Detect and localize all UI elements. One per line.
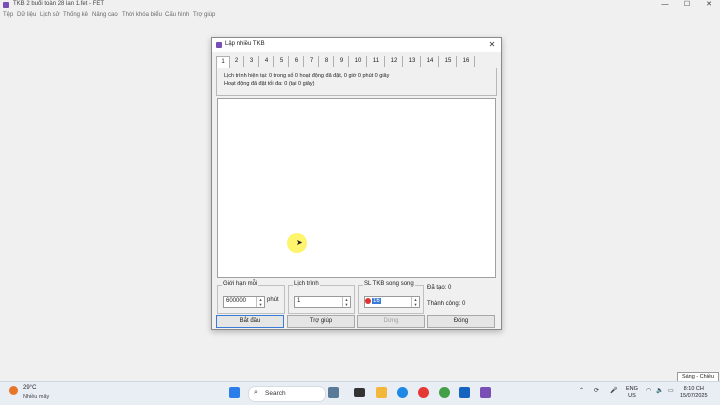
tab-2[interactable]: 2 [230,56,244,67]
tab-14[interactable]: 14 [422,56,439,67]
mouse-cursor-icon: ➤ [296,238,303,247]
file-explorer-icon[interactable] [376,387,387,398]
spin-down-icon[interactable]: ▼ [412,302,419,307]
tried-count: Đã tạo: 0 [427,285,452,291]
tray-chevron-icon[interactable]: ⌃ [579,387,584,394]
tab-6[interactable]: 6 [290,56,304,67]
time-limit-unit: phút [267,297,279,303]
tab-7[interactable]: 7 [305,56,319,67]
parallel-count-spin: ▲ ▼ [411,297,419,307]
spin-down-icon[interactable]: ▼ [257,302,264,307]
menu-settings[interactable]: Cấu hình [165,12,189,18]
parallel-count-value: 16 [372,298,381,304]
wifi-icon[interactable]: ◠ [646,387,651,394]
chrome-icon[interactable] [418,387,429,398]
menu-data[interactable]: Dữ liệu [17,12,36,18]
current-schedule-text: Lịch trình hiện tại: 0 trong số 0 hoạt đ… [224,73,390,79]
maximize-button[interactable]: ☐ [676,0,698,10]
tab-10[interactable]: 10 [350,56,367,67]
menu-file[interactable]: Tệp [3,12,13,18]
system-clock[interactable]: 8:10 CH 15/07/2025 [680,386,708,400]
schedule-count-group: Lịch trình 1 ▲ ▼ [288,281,355,314]
error-indicator-icon [365,298,371,304]
widgets-icon[interactable] [328,387,339,398]
max-placed-text: Hoạt động đã đặt tối đa: 0 (tại 0 giây) [224,81,315,87]
menu-bar: Tệp Dữ liệu Lịch sử Thống kê Nâng cao Th… [0,11,720,21]
time-limit-spin: ▲ ▼ [256,297,264,307]
time-limit-group: Giới hạn mỗi 600000 ▲ ▼ phút [217,281,285,314]
dialog-close-icon[interactable]: ✕ [486,39,498,51]
close-window-button[interactable]: ✕ [698,0,720,10]
tab-9[interactable]: 9 [335,56,349,67]
stop-button: Dừng [357,315,425,328]
clock-date: 15/07/2025 [680,393,708,399]
success-count: Thành công: 0 [427,301,466,307]
menu-statistics[interactable]: Thống kê [63,12,88,18]
tab-info-panel: Lịch trình hiện tại: 0 trong số 0 hoạt đ… [216,68,497,96]
chrome-profile-icon[interactable] [439,387,450,398]
menu-timetable[interactable]: Thời khóa biểu [122,12,162,18]
dialog-titlebar: Lập nhiều TKB ✕ [212,38,501,52]
lang-bottom: US [628,393,636,399]
lang-top: ENG [626,386,638,392]
help-button[interactable]: Trợ giúp [287,315,355,328]
app-titlebar: TKB 2 buổi toàn 28 lan 1.fet - FET — ☐ ✕ [0,0,720,10]
windows-taskbar: 29°C Nhiều mây ⌕ Search ⌃ ⟳ 🎤 ENG US ◠ 🔈… [0,381,720,405]
tab-1[interactable]: 1 [216,56,230,68]
tab-8[interactable]: 8 [320,56,334,67]
tab-16[interactable]: 16 [458,56,475,67]
weather-description[interactable]: Nhiều mây [23,394,49,400]
tab-12[interactable]: 12 [386,56,403,67]
weather-temperature[interactable]: 29°C [23,385,36,391]
word-icon[interactable] [459,387,470,398]
search-placeholder: Search [265,390,286,397]
parallel-count-input[interactable]: 16 ▲ ▼ [364,296,420,308]
schedule-count-input[interactable]: 1 ▲ ▼ [294,296,351,308]
tab-3[interactable]: 3 [245,56,259,67]
volume-icon[interactable]: 🔈 [656,387,663,394]
schedule-count-value: 1 [297,298,301,304]
app-title: TKB 2 buổi toàn 28 lan 1.fet - FET [13,1,105,7]
search-icon: ⌕ [254,389,258,396]
tray-sync-icon[interactable]: ⟳ [594,387,599,394]
parallel-count-label: SL TKB song song [363,281,415,287]
tab-bar: 1 2 3 4 5 6 7 8 9 10 11 12 13 14 15 16 [216,56,497,68]
menu-help[interactable]: Trợ giúp [193,12,215,18]
input-language[interactable]: ENG US [626,386,638,400]
tab-11[interactable]: 11 [368,56,385,67]
menu-advanced[interactable]: Nâng cao [92,12,118,18]
spin-down-icon[interactable]: ▼ [343,302,350,307]
minimize-button[interactable]: — [654,0,676,10]
tab-13[interactable]: 13 [404,56,421,67]
time-limit-label: Giới hạn mỗi [222,281,259,287]
task-view-icon[interactable] [354,388,365,397]
weather-icon[interactable] [9,386,18,395]
log-text-area[interactable]: ➤ [217,98,496,278]
schedule-count-spin: ▲ ▼ [342,297,350,307]
tray-mic-icon[interactable]: 🎤 [610,387,617,394]
clock-time: 8:10 CH [683,386,704,392]
tab-4[interactable]: 4 [260,56,274,67]
schedule-count-label: Lịch trình [293,281,320,287]
generate-multiple-dialog: Lập nhiều TKB ✕ 1 2 3 4 5 6 7 8 9 10 11 … [211,37,502,330]
edge-browser-icon[interactable] [397,387,408,398]
close-dialog-button[interactable]: Đóng [427,315,495,328]
battery-icon[interactable]: ▭ [668,387,674,394]
time-limit-value: 600000 [226,298,247,304]
fet-dialog-icon [216,42,222,48]
start-windows-icon[interactable] [229,387,240,398]
time-limit-input[interactable]: 600000 ▲ ▼ [223,296,265,308]
fet-taskbar-icon[interactable] [480,387,491,398]
taskbar-search[interactable]: ⌕ Search [248,386,326,402]
start-button[interactable]: Bắt đầu [216,315,284,328]
tab-15[interactable]: 15 [440,56,457,67]
dialog-title: Lập nhiều TKB [225,41,265,47]
menu-history[interactable]: Lịch sử [40,12,60,18]
fet-app-icon [3,2,9,8]
tab-5[interactable]: 5 [275,56,289,67]
parallel-count-group: SL TKB song song 16 ▲ ▼ [358,281,424,314]
